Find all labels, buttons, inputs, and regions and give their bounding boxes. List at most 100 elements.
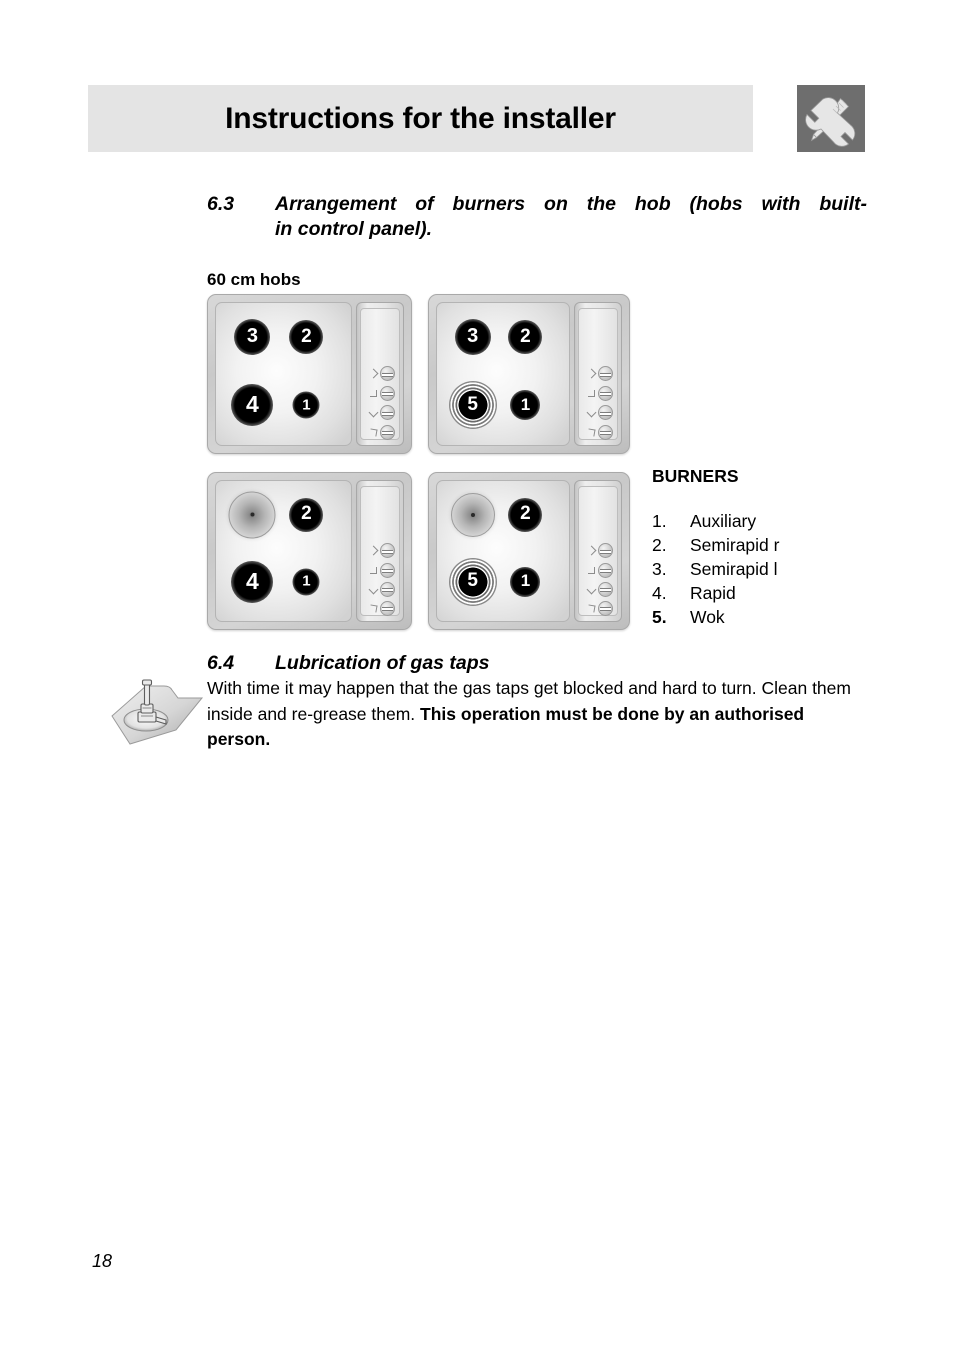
burner-2: 2 bbox=[289, 320, 324, 355]
knob-marking-2 bbox=[588, 389, 595, 397]
burner-1: 1 bbox=[292, 391, 320, 419]
electric-hotplate bbox=[228, 491, 276, 539]
burner-1: 1 bbox=[510, 566, 541, 597]
control-knob-4[interactable] bbox=[380, 424, 395, 440]
control-knob-1[interactable] bbox=[598, 543, 613, 559]
legend-item-1: 1. Auxiliary bbox=[652, 509, 779, 533]
knob-marking-3 bbox=[586, 584, 597, 595]
wrench-screwdriver-icon bbox=[797, 85, 865, 152]
burner-number-label: 2 bbox=[301, 503, 312, 525]
burner-2: 2 bbox=[289, 497, 324, 532]
burner-3: 3 bbox=[454, 319, 491, 356]
section-6-3-heading: 6.3 Arrangement of burners on the hob (h… bbox=[207, 192, 867, 242]
control-panel-4 bbox=[574, 480, 622, 622]
control-knob-3[interactable] bbox=[598, 581, 613, 597]
control-panel-1 bbox=[356, 302, 404, 446]
knob-marking-2 bbox=[370, 389, 377, 397]
burner-number-label: 2 bbox=[520, 503, 531, 525]
hob-diagram-1: 3 2 4 1 bbox=[207, 294, 412, 454]
control-knob-4[interactable] bbox=[598, 600, 613, 616]
legend-item-2: 2. Semirapid r bbox=[652, 533, 779, 557]
section-6-4-number: 6.4 bbox=[207, 652, 235, 674]
page-title: Instructions for the installer bbox=[225, 101, 616, 135]
control-knob-3[interactable] bbox=[598, 405, 613, 421]
knob-marking-1 bbox=[586, 545, 597, 556]
control-knob-1[interactable] bbox=[380, 543, 395, 559]
legend-item-label: Rapid bbox=[690, 583, 736, 603]
hob-diagram-3: 2 4 1 bbox=[207, 472, 412, 630]
section-6-3-title-line2: in control panel). bbox=[275, 218, 433, 240]
knob-marking-4 bbox=[369, 428, 378, 437]
legend-item-number: 5. bbox=[652, 607, 667, 627]
control-knob-3[interactable] bbox=[380, 581, 395, 597]
cooking-surface-1: 3 2 4 1 bbox=[215, 302, 352, 446]
burner-number-label: 4 bbox=[246, 567, 259, 594]
hobs-group-label: 60 cm hobs bbox=[207, 270, 301, 289]
section-6-4-heading: 6.4 Lubrication of gas taps bbox=[207, 651, 867, 676]
burner-number-label: 1 bbox=[302, 572, 311, 590]
knob-marking-4 bbox=[369, 604, 378, 613]
legend-title: BURNERS bbox=[652, 466, 739, 486]
burner-number-label: 5 bbox=[467, 393, 478, 415]
knob-marking-3 bbox=[586, 407, 597, 418]
control-knob-2[interactable] bbox=[598, 385, 613, 401]
knob-marking-4 bbox=[587, 604, 596, 613]
knob-marking-1 bbox=[368, 545, 379, 556]
section-6-3-number: 6.3 bbox=[207, 193, 235, 215]
control-panel-2 bbox=[574, 302, 622, 446]
section-6-3-title-line1: Arrangement of burners on the hob (hobs … bbox=[275, 193, 867, 215]
cooking-surface-4: 2 5 1 bbox=[436, 480, 570, 622]
burner-5: 5 bbox=[448, 381, 497, 430]
burner-2: 2 bbox=[508, 497, 543, 532]
burner-number-label: 4 bbox=[246, 391, 259, 418]
gas-tap-icon bbox=[106, 664, 210, 750]
knob-marking-3 bbox=[368, 407, 379, 418]
legend-item-label: Wok bbox=[690, 607, 725, 627]
knob-marking-1 bbox=[368, 368, 379, 379]
control-knob-2[interactable] bbox=[598, 562, 613, 578]
burner-number-label: 1 bbox=[520, 571, 531, 591]
burner-2: 2 bbox=[508, 320, 543, 355]
knob-marking-2 bbox=[588, 566, 595, 574]
burner-4: 4 bbox=[231, 384, 274, 427]
control-knob-1[interactable] bbox=[380, 366, 395, 382]
burner-3: 3 bbox=[234, 319, 271, 356]
page-number: 18 bbox=[92, 1251, 113, 1271]
electric-hotplate bbox=[450, 492, 495, 537]
control-panel-3 bbox=[356, 480, 404, 622]
legend-item-number: 4. bbox=[652, 583, 667, 603]
burner-5: 5 bbox=[448, 557, 497, 606]
burner-number-label: 5 bbox=[467, 570, 478, 592]
section-6-4-title: Lubrication of gas taps bbox=[275, 652, 490, 674]
burner-number-label: 1 bbox=[520, 394, 531, 414]
cooking-surface-2: 3 2 5 1 bbox=[436, 302, 570, 446]
burners-legend: BURNERS 1. Auxiliary 2. Semirapid r 3. Semira… bbox=[652, 466, 779, 629]
burner-number-label: 3 bbox=[467, 325, 479, 348]
knob-marking-4 bbox=[587, 428, 596, 437]
control-knob-2[interactable] bbox=[380, 562, 395, 578]
hob-diagram-2: 3 2 5 1 bbox=[428, 294, 630, 454]
page-header-bar: Instructions for the installer bbox=[88, 85, 753, 152]
burner-4: 4 bbox=[231, 560, 274, 603]
legend-item-3: 3. Semirapid l bbox=[652, 557, 779, 581]
control-knob-1[interactable] bbox=[598, 366, 613, 382]
cooking-surface-3: 2 4 1 bbox=[215, 480, 352, 622]
legend-item-label: Auxiliary bbox=[690, 511, 757, 531]
burner-number-label: 2 bbox=[520, 325, 531, 347]
section-6-4-body: With time it may happen that the gas tap… bbox=[207, 676, 867, 753]
legend-item-5: 5. Wok bbox=[652, 605, 779, 629]
burner-number-label: 3 bbox=[246, 325, 258, 348]
knob-marking-3 bbox=[368, 584, 379, 595]
burner-number-label: 1 bbox=[302, 396, 311, 414]
legend-item-number: 3. bbox=[652, 559, 667, 579]
control-knob-2[interactable] bbox=[380, 385, 395, 401]
knob-marking-2 bbox=[370, 566, 377, 574]
legend-item-label: Semirapid r bbox=[690, 535, 780, 555]
control-knob-3[interactable] bbox=[380, 405, 395, 421]
knob-marking-1 bbox=[586, 368, 597, 379]
legend-item-number: 2. bbox=[652, 535, 667, 555]
burner-1: 1 bbox=[292, 568, 320, 596]
legend-item-number: 1. bbox=[652, 511, 667, 531]
control-knob-4[interactable] bbox=[380, 600, 395, 616]
control-knob-4[interactable] bbox=[598, 424, 613, 440]
